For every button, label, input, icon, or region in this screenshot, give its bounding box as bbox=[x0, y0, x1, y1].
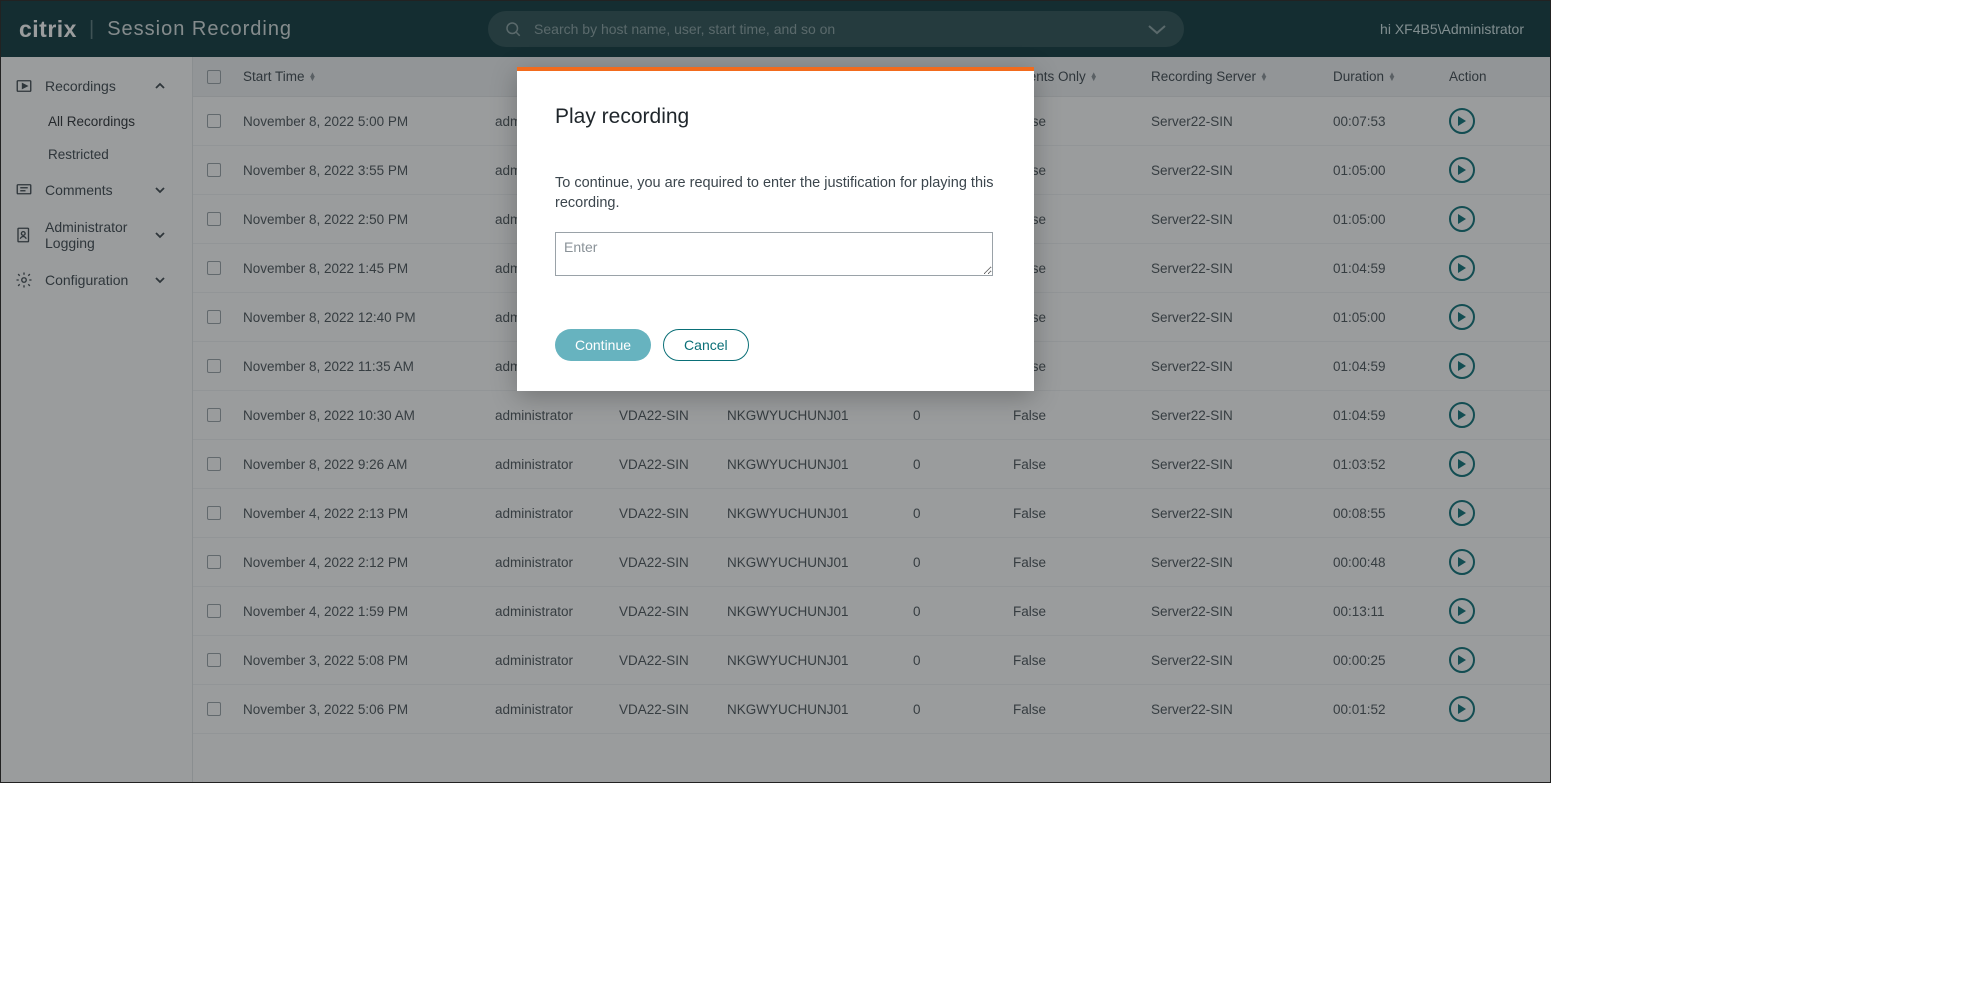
play-recording-modal: Play recording To continue, you are requ… bbox=[517, 67, 1034, 391]
modal-overlay: Play recording To continue, you are requ… bbox=[1, 1, 1550, 782]
justification-input[interactable] bbox=[555, 232, 993, 276]
modal-title: Play recording bbox=[555, 105, 996, 129]
cancel-button[interactable]: Cancel bbox=[663, 329, 749, 361]
modal-message: To continue, you are required to enter t… bbox=[555, 173, 996, 214]
continue-button[interactable]: Continue bbox=[555, 329, 651, 361]
